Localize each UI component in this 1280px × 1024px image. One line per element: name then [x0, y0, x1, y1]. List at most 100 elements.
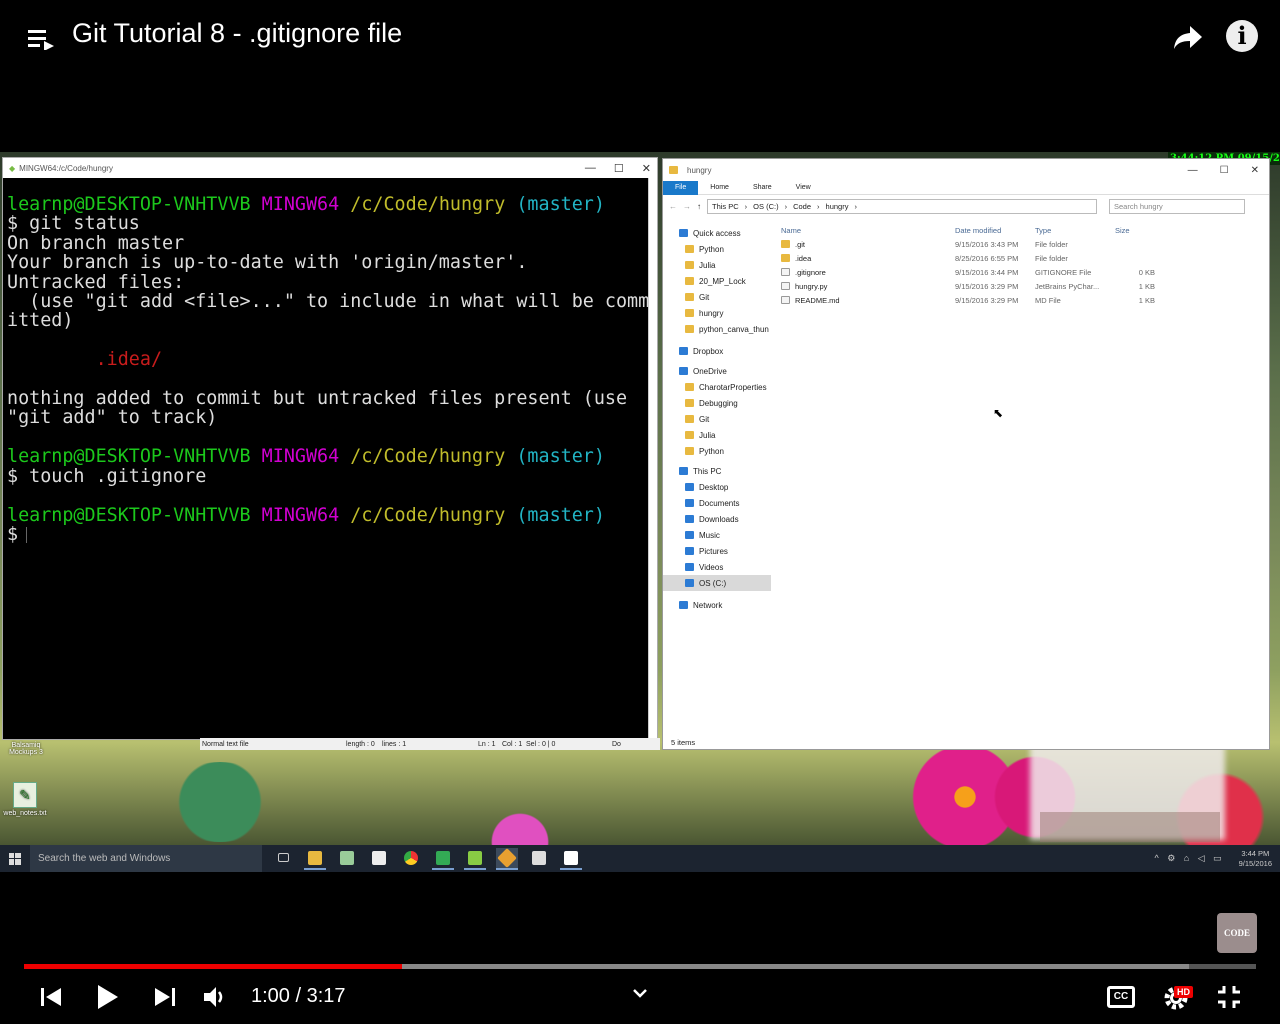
up-icon[interactable]: ↑: [697, 202, 701, 211]
video-title[interactable]: Git Tutorial 8 - .gitignore file: [72, 18, 402, 49]
play-icon[interactable]: [96, 983, 120, 1011]
nav-item[interactable]: Python: [663, 443, 771, 459]
nav-item[interactable]: Debugging: [663, 395, 771, 411]
file-explorer-window[interactable]: hungry — ☐ ✕ File Home Share View ← → ↑ This…: [662, 158, 1270, 750]
address-bar[interactable]: This PC › OS (C:) › Code › hungry ›: [707, 198, 1097, 214]
taskbar-clock[interactable]: 3:44 PM 9/15/2016: [1239, 849, 1280, 869]
column-date[interactable]: Date modified: [955, 226, 1035, 235]
file-row[interactable]: .gitignore 9/15/2016 3:44 PM GITIGNORE Fil…: [779, 265, 1259, 279]
location-icon: [679, 347, 688, 355]
close-button[interactable]: ✕: [1251, 165, 1259, 176]
terminal-titlebar[interactable]: ◆ MINGW64:/c/Code/hungry — ☐ ✕: [3, 158, 657, 178]
folder-icon: [685, 399, 694, 407]
nav-item[interactable]: Julia: [663, 257, 771, 273]
file-list[interactable]: Name Date modified Type Size .git 9/15/20…: [779, 223, 1259, 307]
next-icon[interactable]: [154, 986, 176, 1008]
terminal-window[interactable]: ◆ MINGW64:/c/Code/hungry — ☐ ✕ learnp@DESK…: [2, 157, 658, 740]
store-icon[interactable]: [368, 848, 390, 870]
camtasia-icon[interactable]: [432, 848, 454, 870]
terminal-output[interactable]: learnp@DESKTOP-VNHTVVB MINGW64 /c/Code/h…: [3, 178, 653, 544]
nav-item[interactable]: Git: [663, 411, 771, 427]
exit-fullscreen-icon[interactable]: [1216, 984, 1242, 1010]
nav-item-label: This PC: [693, 466, 722, 476]
maximize-button[interactable]: ☐: [1220, 165, 1229, 176]
search-input[interactable]: Search hungry: [1109, 198, 1245, 214]
notepad-plus-icon[interactable]: [464, 848, 486, 870]
nav-item[interactable]: Git: [663, 289, 771, 305]
recorder-icon[interactable]: [560, 848, 582, 870]
breadcrumb-item[interactable]: Code: [793, 202, 811, 211]
terminal-scrollbar[interactable]: [648, 178, 657, 740]
tab-share[interactable]: Share: [741, 181, 784, 195]
nav-item[interactable]: python_canva_thun: [663, 321, 771, 337]
column-name[interactable]: Name: [779, 226, 955, 235]
spreadsheet-icon[interactable]: [336, 848, 358, 870]
close-button[interactable]: ✕: [642, 162, 651, 175]
breadcrumb-item[interactable]: OS (C:): [753, 202, 778, 211]
file-row[interactable]: hungry.py 9/15/2016 3:29 PM JetBrains PyCh…: [779, 279, 1259, 293]
breadcrumb-item[interactable]: hungry: [826, 202, 849, 211]
nav-item[interactable]: Videos: [663, 559, 771, 575]
column-size[interactable]: Size: [1115, 226, 1155, 235]
nav-item[interactable]: Music: [663, 527, 771, 543]
clock-date: 9/15/2016: [1238, 858, 1272, 868]
nav-item[interactable]: Julia: [663, 427, 771, 443]
forward-icon[interactable]: →: [683, 202, 691, 211]
nav-item-label: Python: [699, 244, 724, 254]
task-view-icon[interactable]: [272, 848, 294, 870]
previous-icon[interactable]: [40, 986, 62, 1008]
info-icon[interactable]: i: [1226, 20, 1258, 52]
column-type[interactable]: Type: [1035, 226, 1115, 235]
desktop-icon-balsamiq[interactable]: Balsamiq Mockups 3: [4, 742, 48, 756]
tab-file[interactable]: File: [663, 180, 699, 195]
nav-item[interactable]: Quick access: [663, 225, 771, 241]
nav-item[interactable]: Documents: [663, 495, 771, 511]
volume-icon[interactable]: [202, 984, 228, 1010]
windows-start-icon[interactable]: [0, 852, 30, 865]
folder-icon: [685, 309, 694, 317]
file-row[interactable]: .git 9/15/2016 3:43 PM File folder: [779, 237, 1259, 251]
nav-item[interactable]: Dropbox: [663, 343, 771, 359]
navigation-pane[interactable]: Quick access Python Julia 20_MP_Lock Git hung…: [663, 225, 771, 613]
nav-item[interactable]: Pictures: [663, 543, 771, 559]
file-explorer-icon[interactable]: [304, 848, 326, 870]
explorer-titlebar[interactable]: hungry — ☐ ✕: [663, 159, 1269, 181]
nav-item[interactable]: CharotarProperties: [663, 379, 771, 395]
tab-view[interactable]: View: [784, 181, 823, 195]
desktop-icon-webnotes[interactable]: ✎ web_notes.txt: [2, 782, 48, 817]
nav-item[interactable]: hungry: [663, 305, 771, 321]
folder-icon: [781, 254, 790, 262]
playlist-icon[interactable]: [28, 28, 54, 50]
nav-item[interactable]: OS (C:): [663, 575, 771, 591]
nav-item[interactable]: Python: [663, 241, 771, 257]
folder-icon: [669, 166, 678, 174]
nav-item[interactable]: 20_MP_Lock: [663, 273, 771, 289]
location-icon: [685, 547, 694, 555]
git-bash-icon[interactable]: [496, 847, 518, 870]
minimize-button[interactable]: —: [585, 162, 596, 175]
nav-item[interactable]: Desktop: [663, 479, 771, 495]
nav-item-label: Documents: [699, 498, 740, 508]
nav-item[interactable]: Network: [663, 597, 771, 613]
document-icon[interactable]: [528, 848, 550, 870]
file-row[interactable]: .idea 8/25/2016 6:55 PM File folder: [779, 251, 1259, 265]
minimize-button[interactable]: —: [1188, 165, 1198, 176]
captions-icon[interactable]: CC: [1107, 986, 1135, 1008]
status-ln: Ln : 1: [478, 740, 496, 748]
codebasics-logo[interactable]: CODE: [1217, 913, 1257, 953]
nav-item[interactable]: OneDrive: [663, 363, 771, 379]
taskbar-search-input[interactable]: Search the web and Windows: [30, 845, 262, 872]
nav-item-label: OS (C:): [699, 578, 727, 588]
file-row[interactable]: README.md 9/15/2016 3:29 PM MD File 1 KB: [779, 293, 1259, 307]
maximize-button[interactable]: ☐: [614, 162, 624, 175]
desktop-icon-label: web_notes.txt: [3, 810, 47, 817]
breadcrumb-item[interactable]: This PC: [712, 202, 739, 211]
nav-item[interactable]: Downloads: [663, 511, 771, 527]
chevron-down-icon[interactable]: [632, 987, 648, 999]
tab-home[interactable]: Home: [698, 181, 741, 195]
share-icon[interactable]: [1172, 22, 1204, 52]
nav-item[interactable]: This PC: [663, 463, 771, 479]
back-icon[interactable]: ←: [669, 202, 677, 211]
system-tray-icons[interactable]: ^ ⚙ ⌂ ◁ ▭: [1154, 853, 1224, 864]
chrome-icon[interactable]: [400, 848, 422, 870]
